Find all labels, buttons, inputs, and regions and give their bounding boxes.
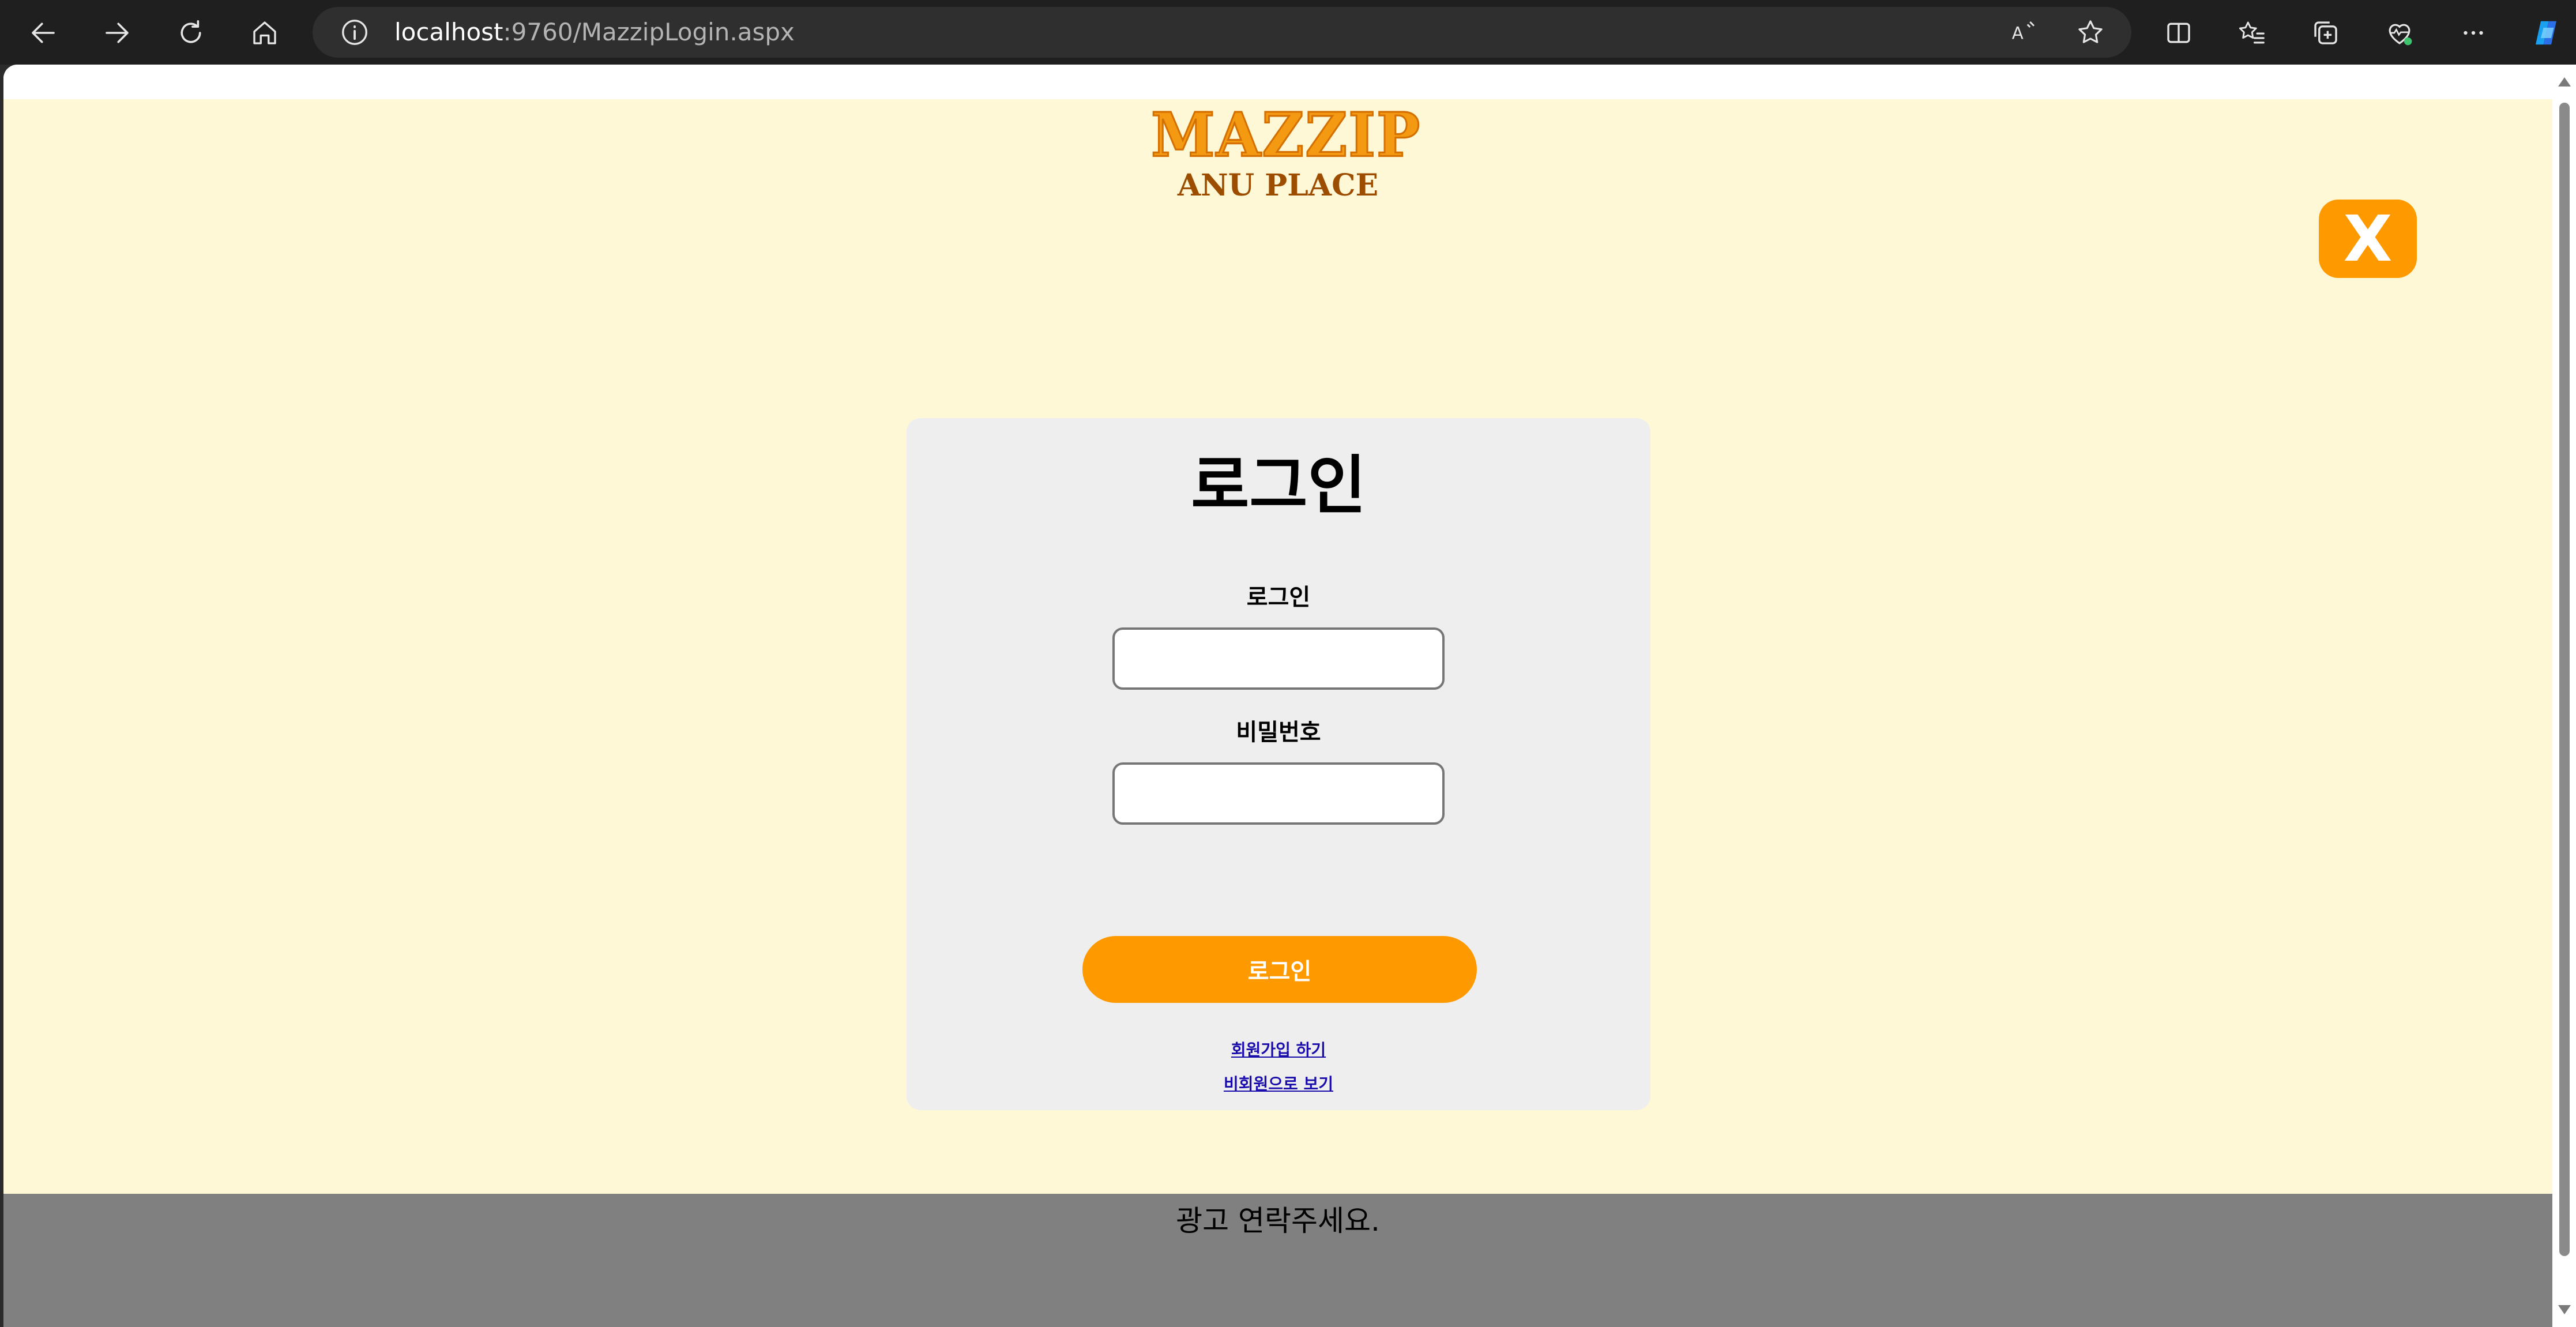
- vertical-scrollbar[interactable]: [2553, 65, 2576, 1327]
- login-card: 로그인 로그인 비밀번호 로그인 회원가입 하기 비회원으로 보기: [907, 418, 1650, 1110]
- refresh-button[interactable]: [171, 13, 211, 53]
- logo-title: MAZZIP: [1150, 99, 1421, 171]
- favorites-list-icon: [2239, 21, 2265, 44]
- read-aloud-icon[interactable]: A: [2008, 17, 2039, 48]
- mazzip-logo[interactable]: MAZZIP ANU PLACE: [1150, 99, 1421, 210]
- browser-toolbar: localhost:9760/MazzipLogin.aspx A: [0, 0, 2576, 65]
- scrollbar-thumb[interactable]: [2559, 103, 2570, 1256]
- split-screen-button[interactable]: [2158, 13, 2199, 53]
- more-menu-button[interactable]: [2453, 13, 2494, 53]
- footer-ad-text: 광고 연락주세요.: [1176, 1204, 1380, 1238]
- heart-pulse-icon: [2389, 24, 2412, 46]
- arrow-left-icon: [32, 22, 55, 43]
- guest-view-link[interactable]: 비회원으로 보기: [907, 1074, 1650, 1095]
- url-text[interactable]: localhost:9760/MazzipLogin.aspx: [394, 7, 795, 58]
- id-input[interactable]: [1112, 627, 1445, 690]
- split-screen-icon: [2167, 22, 2190, 43]
- page-top-strip: [3, 65, 2576, 99]
- logo-subtitle: ANU PLACE: [1177, 168, 1379, 203]
- address-bar[interactable]: localhost:9760/MazzipLogin.aspx A: [313, 7, 2131, 58]
- home-button[interactable]: [245, 13, 285, 53]
- arrow-right-icon: [106, 22, 129, 43]
- copilot-icon: [2536, 21, 2556, 45]
- home-icon: [253, 21, 276, 44]
- collections-button[interactable]: [2306, 13, 2346, 53]
- scroll-up-arrow[interactable]: [2558, 77, 2571, 87]
- url-host: localhost: [394, 18, 503, 46]
- login-page: MAZZIP ANU PLACE X 로그인 로그인 비밀번호 로그인 회원가입…: [3, 99, 2552, 1195]
- password-label: 비밀번호: [1236, 719, 1321, 746]
- favorites-button[interactable]: [2232, 13, 2272, 53]
- page-viewport: MAZZIP ANU PLACE X 로그인 로그인 비밀번호 로그인 회원가입…: [3, 65, 2576, 1327]
- refresh-icon: [180, 20, 201, 43]
- url-path: :9760/MazzipLogin.aspx: [503, 18, 795, 46]
- more-dots-icon: [2464, 31, 2483, 35]
- password-input[interactable]: [1112, 762, 1445, 825]
- collections-icon: [2314, 21, 2337, 44]
- login-title: 로그인: [1191, 449, 1366, 522]
- close-icon: X: [2343, 202, 2393, 276]
- svg-text:A: A: [2012, 23, 2024, 43]
- login-submit-button[interactable]: 로그인: [1082, 936, 1477, 1003]
- back-button[interactable]: [23, 13, 63, 53]
- copilot-button[interactable]: [2526, 13, 2566, 53]
- info-icon[interactable]: [339, 17, 370, 48]
- browser-essentials-button[interactable]: [2379, 13, 2420, 53]
- id-label: 로그인: [1246, 584, 1311, 611]
- signup-link[interactable]: 회원가입 하기: [907, 1040, 1650, 1061]
- forward-button[interactable]: [97, 13, 137, 53]
- scroll-down-arrow[interactable]: [2558, 1305, 2571, 1314]
- favorite-star-icon[interactable]: [2075, 17, 2106, 48]
- close-button[interactable]: X: [2319, 200, 2417, 278]
- footer: 광고 연락주세요.: [3, 1194, 2552, 1327]
